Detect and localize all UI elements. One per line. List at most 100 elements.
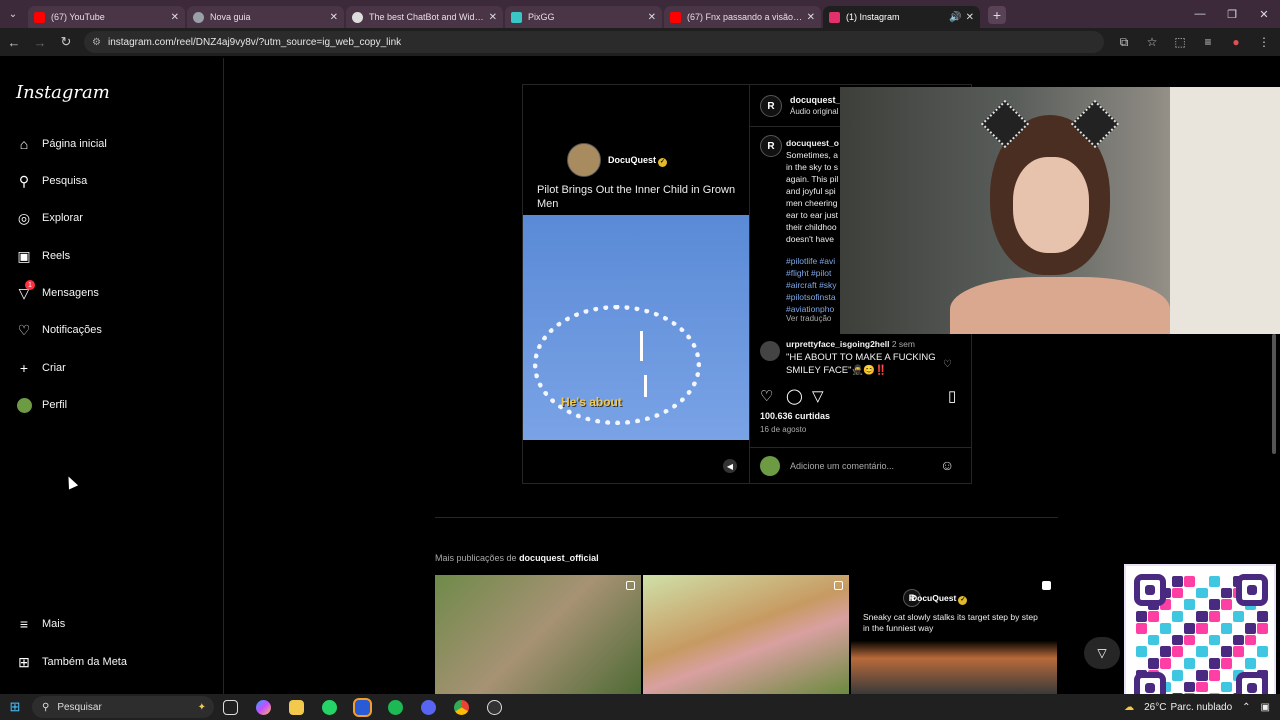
weather-desc[interactable]: Parc. nublado — [1170, 702, 1232, 713]
whatsapp-icon[interactable] — [313, 699, 346, 715]
hashtag-line[interactable]: #pilotlife #avi — [786, 255, 846, 267]
tab-instagram[interactable]: (1) Instagram 🔊 ✕ — [823, 6, 980, 28]
close-tab-icon[interactable]: ✕ — [330, 12, 338, 23]
hashtag-line[interactable]: #aircraft #sky — [786, 279, 846, 291]
qr-module — [1220, 681, 1232, 693]
audio-label[interactable]: Áudio original — [790, 107, 838, 116]
post-thumbnail[interactable]: R DocuQuest ✓ Sneaky cat slowly stalks it… — [851, 575, 1057, 694]
restore-icon[interactable]: ❐ — [1216, 0, 1248, 28]
close-window-icon[interactable]: ✕ — [1248, 0, 1280, 28]
nav-reels[interactable]: ▣ Reels — [16, 244, 70, 268]
site-info-icon[interactable]: ⚙ — [92, 37, 101, 48]
extensions-icon[interactable]: ⬚ — [1166, 35, 1194, 50]
reload-icon[interactable]: ↻ — [54, 30, 78, 54]
qr-module — [1208, 599, 1220, 611]
author-username[interactable]: docuquest_o — [790, 95, 846, 105]
qr-module — [1220, 599, 1232, 611]
tab-search-icon[interactable]: ⌄ — [0, 0, 26, 28]
forward-icon[interactable]: → — [28, 30, 52, 54]
nav-notifications[interactable]: ♡ Notificações — [16, 318, 102, 342]
qr-module — [1160, 622, 1172, 634]
speaker-icon[interactable]: 🔊 — [949, 12, 961, 23]
tab-youtube-2[interactable]: (67) Fnx passando a visão pra ✕ — [664, 6, 821, 28]
close-tab-icon[interactable]: ✕ — [807, 12, 815, 23]
copilot-icon[interactable] — [247, 699, 280, 715]
caption-avatar[interactable]: R — [760, 135, 782, 157]
weather-icon[interactable]: ☁ — [1124, 702, 1134, 713]
likes-count[interactable]: 100.636 curtidas — [760, 411, 830, 421]
thumbnail-channel: DocuQuest ✓ — [911, 593, 968, 605]
close-tab-icon[interactable]: ✕ — [489, 12, 497, 23]
commenter-username[interactable]: urprettyface_isgoing2hell 2 sem — [786, 339, 915, 349]
reel-video[interactable]: DocuQuest ✓ Pilot Brings Out the Inner Ch… — [523, 85, 749, 483]
save-icon[interactable]: ▯ — [948, 387, 956, 405]
post-thumbnail[interactable] — [435, 575, 641, 694]
close-tab-icon[interactable]: ✕ — [171, 12, 179, 23]
install-app-icon[interactable]: ⧉ — [1110, 35, 1138, 50]
tab-new[interactable]: Nova guia ✕ — [187, 6, 344, 28]
file-explorer-icon[interactable] — [280, 699, 313, 715]
nav-profile[interactable]: Perfil — [16, 393, 67, 417]
kebab-menu-icon[interactable]: ⋮ — [1250, 35, 1278, 50]
hashtag-line[interactable]: #pilotsofinsta — [786, 291, 846, 303]
chrome-icon[interactable] — [445, 699, 478, 715]
nav-explore[interactable]: ◎ Explorar — [16, 206, 83, 230]
qr-module — [1220, 646, 1232, 658]
weather-temp[interactable]: 26°C — [1144, 702, 1166, 713]
qr-module — [1184, 622, 1196, 634]
spotify-icon[interactable] — [379, 699, 412, 715]
home-icon: ⌂ — [19, 136, 29, 152]
address-bar-row: ← → ↻ ⚙ instagram.com/reel/DNZ4aj9vy8v/?… — [0, 28, 1280, 56]
app-icon-blue[interactable] — [346, 697, 379, 717]
nav-label: Criar — [42, 362, 66, 374]
nav-more[interactable]: ≡ Mais — [16, 612, 65, 636]
minimize-icon[interactable]: — — [1184, 0, 1216, 28]
hashtag-line[interactable]: #flight #pilot — [786, 267, 846, 279]
messages-float-button[interactable]: ▽ — [1084, 637, 1120, 669]
page-scrollbar[interactable] — [1270, 58, 1278, 694]
tab-youtube[interactable]: (67) YouTube ✕ — [28, 6, 185, 28]
back-icon[interactable]: ← — [2, 30, 26, 54]
instagram-logo[interactable]: Instagram — [16, 82, 110, 103]
nav-messages[interactable]: ▽ 1 Mensagens — [16, 280, 99, 305]
windows-start-icon[interactable]: ⊞ — [0, 699, 30, 715]
comment-icon[interactable]: ◯ — [786, 387, 803, 405]
share-icon[interactable]: ▽ — [812, 387, 824, 405]
qr-module — [1232, 658, 1244, 669]
tray-chevron-icon[interactable]: ⌃ — [1242, 702, 1250, 713]
taskbar-search[interactable]: ⚲ Pesquisar ✦ — [32, 696, 214, 718]
url-field[interactable]: ⚙ instagram.com/reel/DNZ4aj9vy8v/?utm_so… — [84, 31, 1104, 53]
qr-module — [1184, 658, 1196, 669]
close-tab-icon[interactable]: ✕ — [966, 12, 974, 23]
scrollbar-thumb[interactable] — [1272, 334, 1276, 454]
qr-module — [1172, 658, 1184, 669]
profile-avatar[interactable]: ● — [1222, 35, 1250, 50]
nav-label: Reels — [42, 250, 71, 262]
volume-icon[interactable]: ◀ — [723, 459, 737, 473]
tray-app-icon[interactable]: ▣ — [1261, 702, 1270, 713]
discord-icon[interactable] — [412, 699, 445, 715]
close-tab-icon[interactable]: ✕ — [648, 12, 656, 23]
commenter-avatar[interactable] — [760, 341, 780, 361]
nav-search[interactable]: ⚲ Pesquisa — [16, 169, 87, 193]
nav-home[interactable]: ⌂ Página inicial — [16, 132, 107, 156]
bookmark-star-icon[interactable]: ☆ — [1138, 35, 1166, 50]
nav-create[interactable]: + Criar — [16, 356, 66, 380]
obs-icon[interactable] — [478, 699, 511, 715]
author-avatar[interactable]: R — [760, 95, 782, 117]
tab-chatbot[interactable]: The best ChatBot and Widgets ✕ — [346, 6, 503, 28]
qr-module — [1208, 646, 1220, 658]
media-control-icon[interactable]: ≡ — [1194, 35, 1222, 50]
nav-also-from-meta[interactable]: ⊞ Também da Meta — [16, 650, 127, 674]
like-comment-icon[interactable]: ♡ — [943, 359, 952, 370]
emoji-icon[interactable]: ☺ — [940, 457, 954, 473]
comment-input[interactable]: Adicione um comentário... — [790, 461, 894, 471]
tab-pixgg[interactable]: PixGG ✕ — [505, 6, 662, 28]
like-icon[interactable]: ♡ — [760, 387, 773, 405]
smoke-trail — [640, 331, 643, 361]
task-view-icon[interactable] — [214, 699, 247, 715]
see-translation-link[interactable]: Ver tradução — [786, 314, 831, 323]
post-thumbnail[interactable] — [643, 575, 849, 694]
new-tab-button[interactable]: + — [988, 6, 1006, 24]
more-posts-user[interactable]: docuquest_official — [519, 553, 599, 563]
